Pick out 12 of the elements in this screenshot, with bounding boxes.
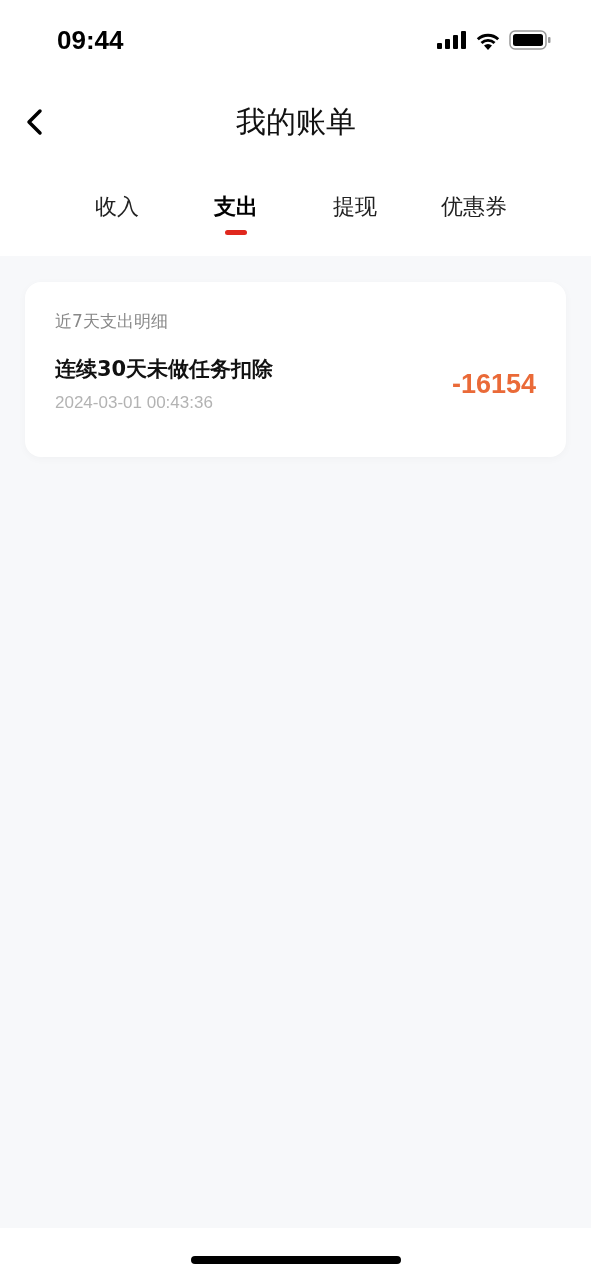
record-amount: -16154 [451, 368, 536, 400]
tab[interactable]: 提现 [333, 192, 377, 235]
record-time: 2024-03-01 00:43:36 [55, 393, 214, 413]
tab[interactable]: 收入 [95, 192, 139, 235]
section-title: 近7天支出明细 [55, 310, 169, 333]
tab[interactable]: 优惠券 [441, 192, 507, 235]
record-title: 连续30天未做任务扣除 [55, 356, 274, 383]
battery-icon [509, 30, 551, 50]
tab[interactable]: 支出 [214, 192, 258, 235]
signal-icon [437, 31, 467, 49]
status-time: 09:44 [57, 24, 124, 56]
page-title: 我的账单 [235, 102, 356, 141]
